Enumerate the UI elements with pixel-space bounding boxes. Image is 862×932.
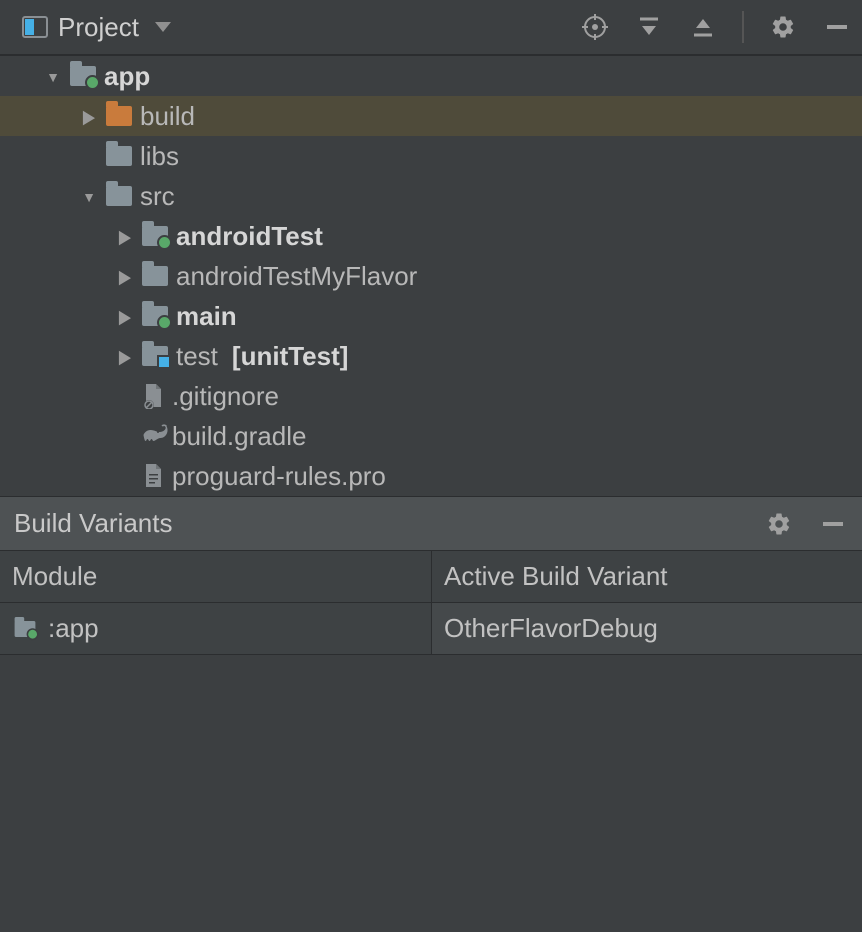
- test-folder-icon: [142, 346, 168, 366]
- minimize-icon[interactable]: [822, 12, 852, 42]
- project-view-selector[interactable]: Project: [22, 12, 171, 43]
- toolbar-divider: [742, 11, 744, 43]
- tree-node-gitignore[interactable]: .gitignore: [0, 376, 862, 416]
- minimize-icon[interactable]: [818, 509, 848, 539]
- cell-active-variant[interactable]: OtherFlavorDebug: [432, 603, 862, 654]
- chevron-right-icon[interactable]: [116, 265, 134, 288]
- module-folder-icon: [15, 621, 36, 637]
- col-header-variant[interactable]: Active Build Variant: [432, 551, 862, 602]
- chevron-right-icon[interactable]: [80, 105, 98, 128]
- cell-variant-label: OtherFlavorDebug: [444, 613, 658, 644]
- chevron-down-icon[interactable]: [44, 65, 62, 88]
- folder-icon: [106, 186, 132, 206]
- cell-module-label: :app: [48, 613, 99, 644]
- tree-label: libs: [140, 141, 179, 172]
- tree-label: .gitignore: [172, 381, 279, 412]
- col-header-module[interactable]: Module: [0, 551, 432, 602]
- tree-label: app: [104, 61, 150, 92]
- tree-label: build.gradle: [172, 421, 306, 452]
- folder-icon: [106, 146, 132, 166]
- tree-node-src[interactable]: src: [0, 176, 862, 216]
- tree-node-libs[interactable]: libs: [0, 136, 862, 176]
- cell-module[interactable]: :app: [0, 603, 432, 654]
- project-tree[interactable]: app build libs src androidTest androidTe…: [0, 56, 862, 496]
- chevron-right-icon[interactable]: [116, 345, 134, 368]
- gear-icon[interactable]: [768, 12, 798, 42]
- file-icon: [142, 383, 164, 409]
- tree-node-test[interactable]: test [unitTest]: [0, 336, 862, 376]
- module-folder-icon: [70, 66, 96, 86]
- tree-label: androidTest: [176, 221, 323, 252]
- tree-node-androidtestmyflavor[interactable]: androidTestMyFlavor: [0, 256, 862, 296]
- file-icon: [142, 463, 164, 489]
- collapse-all-icon[interactable]: [688, 12, 718, 42]
- build-variants-title: Build Variants: [14, 508, 173, 539]
- source-folder-icon: [142, 306, 168, 326]
- build-variants-table: Module Active Build Variant :app OtherFl…: [0, 551, 862, 655]
- build-variants-empty-area: [0, 655, 862, 932]
- tree-label: proguard-rules.pro: [172, 461, 386, 492]
- project-toolbar: Project: [0, 0, 862, 56]
- folder-icon: [106, 106, 132, 126]
- chevron-right-icon[interactable]: [116, 305, 134, 328]
- tree-node-build-gradle[interactable]: build.gradle: [0, 416, 862, 456]
- tree-label: main: [176, 301, 237, 332]
- chevron-down-icon[interactable]: [80, 185, 98, 208]
- tree-label-suffix: [unitTest]: [232, 341, 349, 372]
- tree-label: androidTestMyFlavor: [176, 261, 417, 292]
- tree-node-proguard[interactable]: proguard-rules.pro: [0, 456, 862, 496]
- table-row: :app OtherFlavorDebug: [0, 603, 862, 655]
- tree-label: src: [140, 181, 175, 212]
- build-variants-header: Build Variants: [0, 496, 862, 551]
- tree-node-main[interactable]: main: [0, 296, 862, 336]
- locate-icon[interactable]: [580, 12, 610, 42]
- gear-icon[interactable]: [764, 509, 794, 539]
- chevron-right-icon[interactable]: [116, 225, 134, 248]
- folder-icon: [142, 266, 168, 286]
- tree-node-app[interactable]: app: [0, 56, 862, 96]
- expand-all-icon[interactable]: [634, 12, 664, 42]
- tree-node-build[interactable]: build: [0, 96, 862, 136]
- tree-label: test: [176, 341, 218, 372]
- tree-node-androidtest[interactable]: androidTest: [0, 216, 862, 256]
- gradle-icon: [142, 423, 164, 449]
- tree-label: build: [140, 101, 195, 132]
- source-folder-icon: [142, 226, 168, 246]
- chevron-down-icon: [155, 22, 171, 32]
- table-header-row: Module Active Build Variant: [0, 551, 862, 603]
- project-view-label: Project: [58, 12, 139, 43]
- project-pane-icon: [22, 16, 48, 38]
